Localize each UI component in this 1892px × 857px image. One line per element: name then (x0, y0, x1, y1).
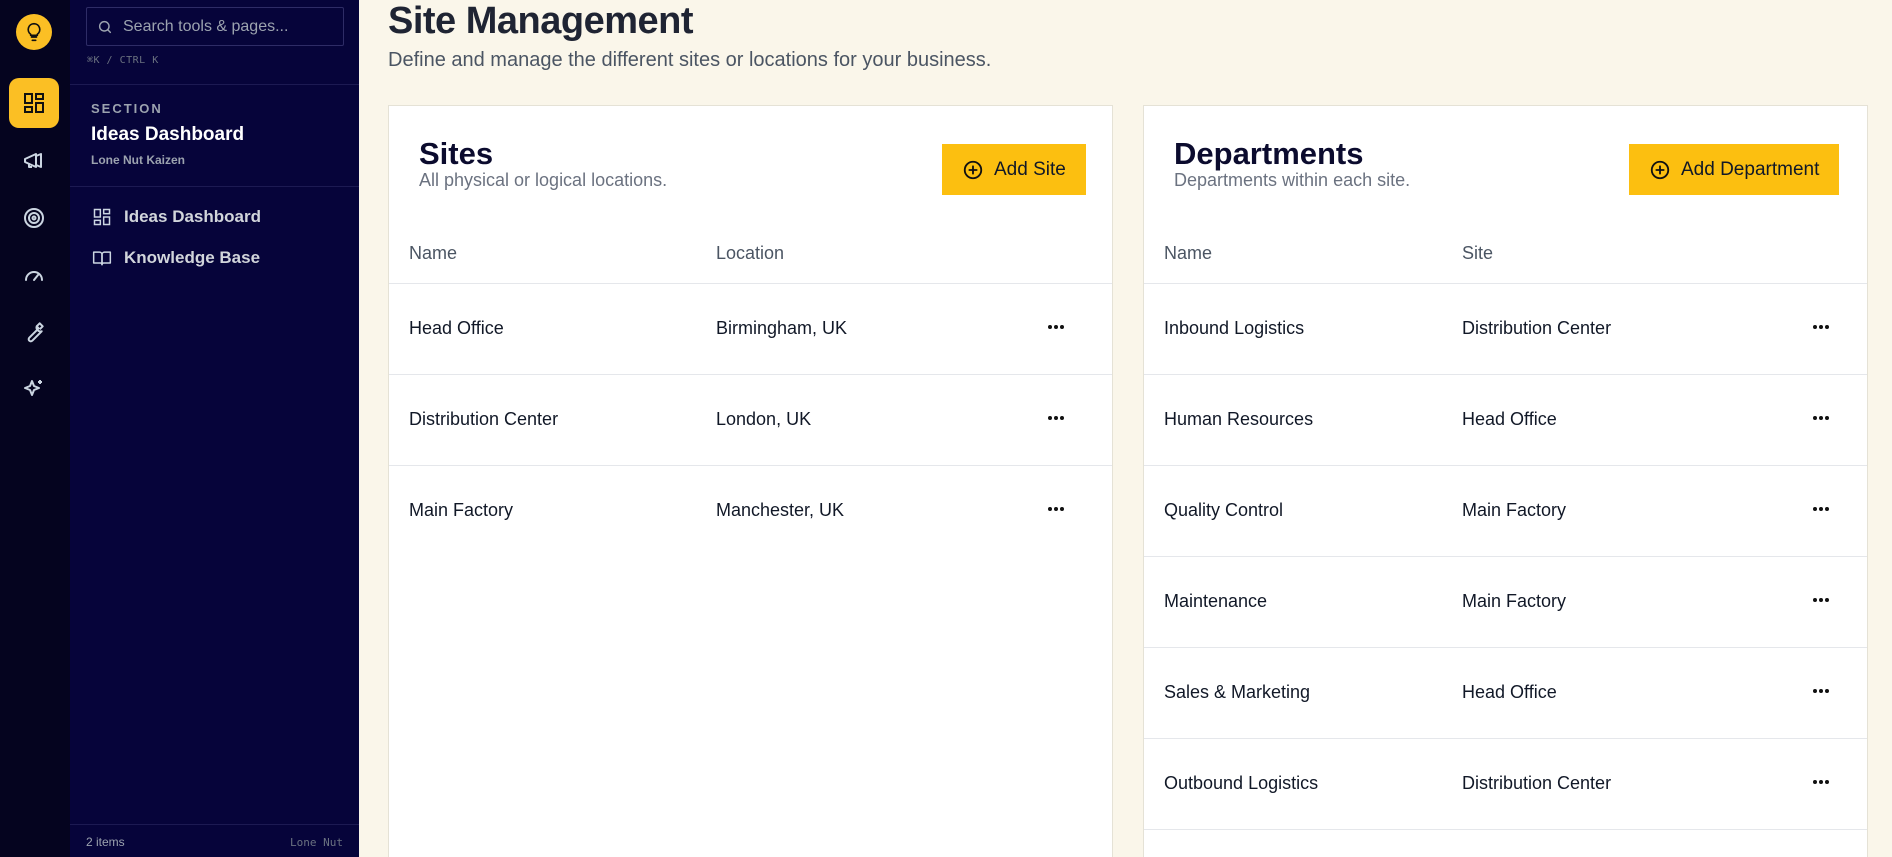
search-input[interactable] (123, 17, 333, 36)
gauge-icon (25, 271, 43, 281)
more-actions-button[interactable] (1806, 587, 1836, 613)
more-actions-button[interactable] (1806, 769, 1836, 795)
column-header-site[interactable]: Site (1462, 243, 1493, 264)
grid-icon (93, 208, 111, 226)
column-header-location[interactable]: Location (716, 243, 784, 264)
table-row: Head Office Birmingham, UK (389, 283, 1112, 374)
cell-name: Quality Control (1164, 500, 1284, 520)
table-row (1144, 829, 1867, 857)
cell-name: Head Office (409, 318, 504, 338)
cell-name: Distribution Center (409, 409, 559, 429)
table-row: Outbound Logistics Distribution Center (1144, 738, 1867, 829)
cell-name: Maintenance (1164, 591, 1268, 611)
cell-site: Head Office (1462, 682, 1557, 702)
more-horizontal-icon (1813, 325, 1829, 329)
more-actions-button[interactable] (1806, 405, 1836, 431)
section-label: SECTION (91, 101, 163, 116)
cell-site: Distribution Center (1462, 318, 1612, 338)
more-actions-button[interactable] (1041, 314, 1071, 340)
card-subtitle: All physical or logical locations. (419, 170, 668, 190)
cell-name: Outbound Logistics (1164, 773, 1319, 793)
table-row: Inbound Logistics Distribution Center (1144, 283, 1867, 374)
wrench-icon (27, 322, 44, 343)
divider (70, 84, 359, 85)
target-icon (24, 208, 44, 228)
cell-site: Main Factory (1462, 500, 1567, 520)
cell-site: Distribution Center (1462, 773, 1612, 793)
cell-location: Birmingham, UK (716, 318, 848, 338)
section-subtitle: Lone Nut Kaizen (91, 153, 186, 167)
sidebar: ⌘K / CTRL K SECTION Ideas Dashboard Lone… (70, 0, 359, 857)
departments-card: Departments Departments within each site… (1143, 105, 1868, 857)
cell-site: Main Factory (1462, 591, 1567, 611)
cell-name: Inbound Logistics (1164, 318, 1305, 338)
divider (70, 186, 359, 187)
more-actions-button[interactable] (1806, 314, 1836, 340)
add-department-button[interactable]: Add Department (1629, 144, 1840, 195)
more-actions-button[interactable] (1041, 405, 1071, 431)
cell-location: London, UK (716, 409, 812, 429)
search-icon (98, 20, 112, 33)
plus-circle-icon (963, 160, 983, 179)
section-title: Ideas Dashboard (91, 124, 245, 145)
more-horizontal-icon (1048, 416, 1064, 420)
more-actions-button[interactable] (1806, 678, 1836, 704)
sidebar-item-knowledge-base[interactable]: Knowledge Base (92, 244, 260, 272)
table-row: Sales & Marketing Head Office (1144, 647, 1867, 738)
add-site-label: Add Site (994, 158, 1066, 180)
item-count: 2 items (86, 835, 125, 849)
page-title: Site Management (388, 0, 694, 42)
rail-goals-button[interactable] (9, 193, 59, 243)
more-actions-button[interactable] (1806, 496, 1836, 522)
rail-dashboard-button[interactable] (9, 78, 59, 128)
card-subtitle: Departments within each site. (1174, 170, 1411, 190)
cell-name: Main Factory (409, 500, 514, 520)
sparkles-icon (24, 380, 42, 396)
book-icon (92, 251, 112, 266)
rail-campaigns-button[interactable] (9, 135, 59, 185)
more-horizontal-icon (1813, 598, 1829, 602)
search-box[interactable] (86, 7, 344, 46)
more-actions-button[interactable] (1041, 496, 1071, 522)
cell-name: Sales & Marketing (1164, 682, 1311, 702)
rail-metrics-button[interactable] (9, 250, 59, 300)
table-row: Quality Control Main Factory (1144, 465, 1867, 556)
table-row: Maintenance Main Factory (1144, 556, 1867, 647)
page-subtitle: Define and manage the different sites or… (388, 49, 992, 71)
table-row: Main Factory Manchester, UK (389, 465, 1112, 556)
search-shortcut-hint: ⌘K / CTRL K (87, 55, 159, 66)
table-row: Distribution Center London, UK (389, 374, 1112, 465)
more-horizontal-icon (1813, 507, 1829, 511)
sidebar-item-label: Ideas Dashboard (124, 207, 261, 226)
rail-tools-button[interactable] (9, 307, 59, 357)
sidebar-item-ideas-dashboard[interactable]: Ideas Dashboard (92, 203, 261, 231)
icon-rail (0, 0, 70, 857)
table-row: Human Resources Head Office (1144, 374, 1867, 465)
add-site-button[interactable]: Add Site (942, 144, 1086, 195)
plus-circle-icon (1650, 160, 1670, 179)
rail-ai-button[interactable] (9, 364, 59, 414)
more-horizontal-icon (1048, 507, 1064, 511)
sites-card: Sites All physical or logical locations.… (388, 105, 1113, 857)
megaphone-icon (24, 153, 42, 168)
card-title: Sites (419, 136, 494, 171)
add-department-label: Add Department (1681, 158, 1820, 180)
cell-location: Manchester, UK (716, 500, 845, 520)
dashboard-icon (24, 93, 44, 113)
more-horizontal-icon (1813, 416, 1829, 420)
divider (70, 824, 359, 825)
cell-name: Human Resources (1164, 409, 1314, 429)
more-horizontal-icon (1813, 780, 1829, 784)
lightbulb-logo-icon[interactable] (16, 14, 52, 50)
sidebar-item-label: Knowledge Base (124, 248, 261, 267)
footer-brand: Lone Nut (290, 836, 343, 849)
cell-site: Head Office (1462, 409, 1557, 429)
column-header-name[interactable]: Name (1164, 243, 1212, 264)
more-horizontal-icon (1048, 325, 1064, 329)
column-header-name[interactable]: Name (409, 243, 457, 264)
card-title: Departments (1174, 136, 1364, 171)
more-horizontal-icon (1813, 689, 1829, 693)
